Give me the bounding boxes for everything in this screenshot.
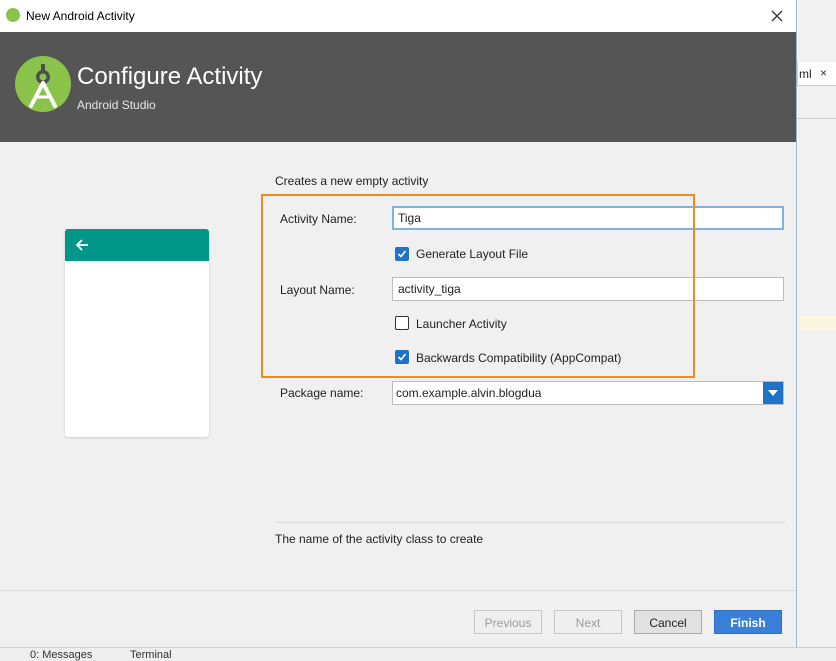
close-icon[interactable]: × — [820, 66, 827, 80]
android-studio-logo-icon — [15, 56, 71, 112]
hint-divider — [275, 522, 785, 523]
package-name-value: com.example.alvin.blogdua — [396, 386, 542, 400]
package-name-select[interactable]: com.example.alvin.blogdua — [392, 381, 784, 405]
page-title: Configure Activity — [77, 63, 263, 90]
background-tab-label: ml — [799, 67, 812, 81]
chevron-down-icon — [768, 390, 778, 396]
background-ide-panel — [797, 0, 836, 661]
background-editor-tab[interactable]: ml × — [797, 62, 836, 86]
footer-divider — [0, 590, 796, 591]
finish-button[interactable]: Finish — [714, 610, 782, 634]
close-icon — [771, 10, 783, 22]
activity-preview — [65, 229, 209, 437]
messages-tab[interactable]: 0: Messages — [30, 649, 92, 661]
cancel-button[interactable]: Cancel — [634, 610, 702, 634]
background-line-highlight — [800, 316, 836, 330]
dialog-header: Configure Activity Android Studio — [0, 32, 796, 142]
android-studio-icon — [6, 8, 20, 22]
activity-description: Creates a new empty activity — [275, 174, 429, 188]
page-subtitle: Android Studio — [77, 98, 156, 112]
arrow-back-icon — [75, 239, 88, 251]
dropdown-arrow-button[interactable] — [763, 382, 783, 404]
background-divider — [797, 118, 836, 119]
field-hint-text: The name of the activity class to create — [275, 532, 484, 546]
background-status-bar: 0: Messages Terminal — [0, 647, 836, 661]
dialog-titlebar[interactable]: New Android Activity — [0, 0, 796, 32]
previous-button[interactable]: Previous — [474, 610, 542, 634]
package-name-label: Package name: — [280, 386, 364, 400]
new-activity-dialog: New Android Activity Configure Activity … — [0, 0, 797, 647]
annotation-highlight-box — [261, 194, 695, 378]
terminal-tab[interactable]: Terminal — [130, 649, 172, 661]
preview-toolbar — [65, 229, 209, 261]
dialog-close-button[interactable] — [766, 5, 788, 27]
dialog-title: New Android Activity — [26, 9, 135, 23]
next-button[interactable]: Next — [554, 610, 622, 634]
